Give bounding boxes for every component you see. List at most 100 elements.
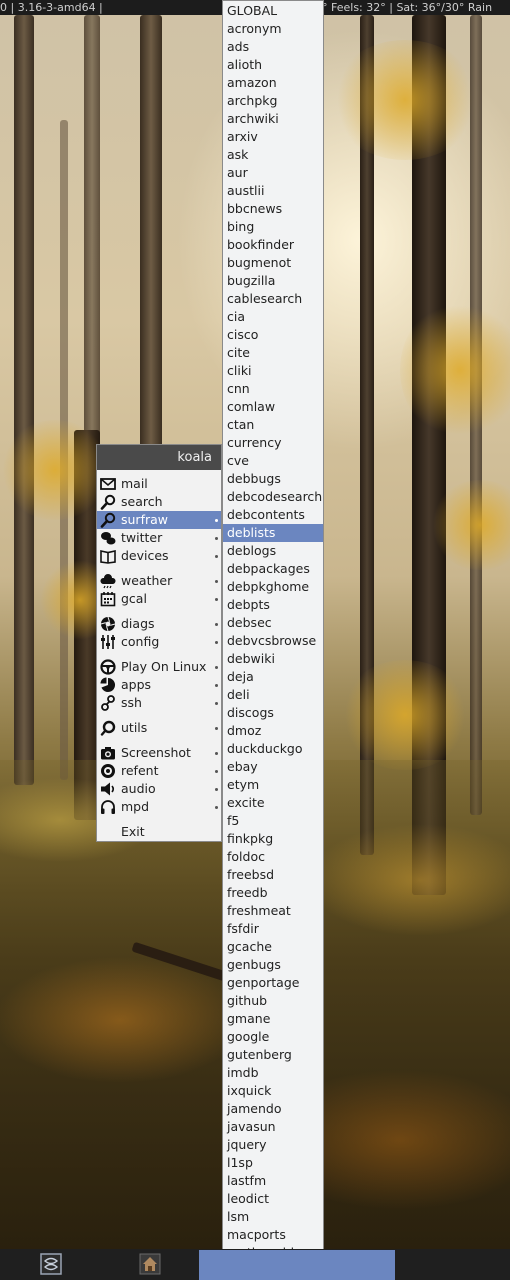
menu-item-twitter[interactable]: twitter: [97, 529, 221, 547]
surfraw-item[interactable]: ebay: [223, 758, 323, 776]
surfraw-item[interactable]: debsec: [223, 614, 323, 632]
surfraw-item[interactable]: finkpkg: [223, 830, 323, 848]
surfraw-item[interactable]: discogs: [223, 704, 323, 722]
surfraw-item[interactable]: macports: [223, 1226, 323, 1244]
surfraw-item[interactable]: bbcnews: [223, 200, 323, 218]
wheel-icon: [100, 659, 116, 675]
terminal-icon[interactable]: [40, 1253, 62, 1275]
surfraw-item[interactable]: debcodesearch: [223, 488, 323, 506]
surfraw-item[interactable]: bugmenot: [223, 254, 323, 272]
surfraw-item[interactable]: duckduckgo: [223, 740, 323, 758]
menu-item-ssh[interactable]: ssh: [97, 694, 221, 712]
surfraw-item[interactable]: debcontents: [223, 506, 323, 524]
aperture-icon: [100, 616, 116, 632]
menu-item-search[interactable]: search: [97, 493, 221, 511]
surfraw-item[interactable]: deli: [223, 686, 323, 704]
home-icon[interactable]: [139, 1253, 161, 1275]
surfraw-item[interactable]: excite: [223, 794, 323, 812]
surfraw-item[interactable]: lsm: [223, 1208, 323, 1226]
submenu-arrow-icon: [215, 788, 218, 791]
submenu-arrow-icon: [215, 702, 218, 705]
active-task-button[interactable]: [199, 1250, 395, 1280]
chat-bubbles-icon: [101, 532, 116, 545]
surfraw-submenu: GLOBAL acronym ads alioth amazon archpkg archw…: [222, 0, 324, 1280]
surfraw-item[interactable]: bookfinder: [223, 236, 323, 254]
surfraw-item[interactable]: deblogs: [223, 542, 323, 560]
menu-item-diags[interactable]: diags: [97, 615, 221, 633]
surfraw-item[interactable]: alioth: [223, 56, 323, 74]
menu-item-exit[interactable]: Exit: [97, 823, 221, 841]
surfraw-item[interactable]: ask: [223, 146, 323, 164]
surfraw-item[interactable]: cve: [223, 452, 323, 470]
surfraw-item[interactable]: jamendo: [223, 1100, 323, 1118]
surfraw-item[interactable]: google: [223, 1028, 323, 1046]
surfraw-item[interactable]: genportage: [223, 974, 323, 992]
menu-item-config[interactable]: config: [97, 633, 221, 651]
surfraw-item[interactable]: currency: [223, 434, 323, 452]
surfraw-item[interactable]: imdb: [223, 1064, 323, 1082]
surfraw-item[interactable]: cnn: [223, 380, 323, 398]
surfraw-item[interactable]: cite: [223, 344, 323, 362]
menu-item-play-on-linux[interactable]: Play On Linux: [97, 658, 221, 676]
surfraw-item[interactable]: l1sp: [223, 1154, 323, 1172]
menu-item-mpd[interactable]: mpd: [97, 798, 221, 816]
surfraw-item[interactable]: foldoc: [223, 848, 323, 866]
surfraw-item[interactable]: aur: [223, 164, 323, 182]
surfraw-item[interactable]: fsfdir: [223, 920, 323, 938]
surfraw-item[interactable]: debpackages: [223, 560, 323, 578]
surfraw-item[interactable]: jquery: [223, 1136, 323, 1154]
surfraw-item[interactable]: freedb: [223, 884, 323, 902]
surfraw-item[interactable]: cliki: [223, 362, 323, 380]
surfraw-item[interactable]: amazon: [223, 74, 323, 92]
menu-item-surfraw[interactable]: surfraw: [97, 511, 221, 529]
surfraw-item[interactable]: gcache: [223, 938, 323, 956]
surfraw-item[interactable]: genbugs: [223, 956, 323, 974]
surfraw-item[interactable]: arxiv: [223, 128, 323, 146]
surfraw-item[interactable]: debwiki: [223, 650, 323, 668]
menu-item-mail[interactable]: mail: [97, 475, 221, 493]
surfraw-item[interactable]: freebsd: [223, 866, 323, 884]
surfraw-item[interactable]: leodict: [223, 1190, 323, 1208]
surfraw-item[interactable]: cablesearch: [223, 290, 323, 308]
surfraw-item[interactable]: acronym: [223, 20, 323, 38]
menu-item-label: search: [121, 494, 163, 509]
surfraw-item[interactable]: gutenberg: [223, 1046, 323, 1064]
surfraw-item[interactable]: deblists: [223, 524, 323, 542]
menu-item-audio[interactable]: audio: [97, 780, 221, 798]
menu-item-gcal[interactable]: gcal: [97, 590, 221, 608]
surfraw-item[interactable]: comlaw: [223, 398, 323, 416]
submenu-arrow-icon: [215, 580, 218, 583]
surfraw-item[interactable]: ctan: [223, 416, 323, 434]
surfraw-item[interactable]: cia: [223, 308, 323, 326]
submenu-arrow-icon: [215, 537, 218, 540]
surfraw-item[interactable]: ixquick: [223, 1082, 323, 1100]
menu-item-weather[interactable]: weather: [97, 572, 221, 590]
surfraw-item[interactable]: lastfm: [223, 1172, 323, 1190]
surfraw-item[interactable]: archwiki: [223, 110, 323, 128]
surfraw-item[interactable]: dmoz: [223, 722, 323, 740]
surfraw-item[interactable]: bing: [223, 218, 323, 236]
menu-item-refent[interactable]: refent: [97, 762, 221, 780]
surfraw-item[interactable]: gmane: [223, 1010, 323, 1028]
menu-item-utils[interactable]: utils: [97, 719, 221, 737]
pie-icon: [100, 677, 116, 692]
menu-item-apps[interactable]: apps: [97, 676, 221, 694]
surfraw-item[interactable]: bugzilla: [223, 272, 323, 290]
surfraw-item[interactable]: github: [223, 992, 323, 1010]
surfraw-item[interactable]: austlii: [223, 182, 323, 200]
surfraw-item[interactable]: debbugs: [223, 470, 323, 488]
surfraw-item[interactable]: archpkg: [223, 92, 323, 110]
surfraw-item[interactable]: etym: [223, 776, 323, 794]
menu-item-devices[interactable]: devices: [97, 547, 221, 565]
surfraw-item[interactable]: debvcsbrowse: [223, 632, 323, 650]
surfraw-item[interactable]: javasun: [223, 1118, 323, 1136]
menu-item-screenshot[interactable]: Screenshot: [97, 744, 221, 762]
surfraw-item[interactable]: GLOBAL: [223, 2, 323, 20]
surfraw-item[interactable]: cisco: [223, 326, 323, 344]
surfraw-item[interactable]: freshmeat: [223, 902, 323, 920]
surfraw-item[interactable]: debpts: [223, 596, 323, 614]
surfraw-item[interactable]: f5: [223, 812, 323, 830]
surfraw-item[interactable]: ads: [223, 38, 323, 56]
surfraw-item[interactable]: debpkghome: [223, 578, 323, 596]
surfraw-item[interactable]: deja: [223, 668, 323, 686]
